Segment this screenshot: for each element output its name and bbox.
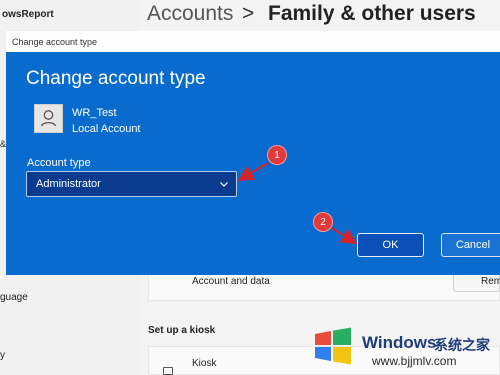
sidebar-item-partial-y[interactable]: y bbox=[0, 350, 5, 361]
account-data-label: Account and data bbox=[192, 276, 270, 287]
annotation-marker-1: 1 bbox=[268, 146, 286, 164]
cancel-button[interactable]: Cancel bbox=[441, 233, 500, 257]
breadcrumb-current: Family & other users bbox=[268, 2, 476, 25]
sidebar-app-name: owsReport bbox=[2, 9, 54, 20]
ok-button[interactable]: OK bbox=[357, 233, 424, 257]
kiosk-row-label: Kiosk bbox=[192, 358, 217, 369]
watermark-brand-cn: 系统之家 bbox=[434, 337, 490, 353]
remove-button-label: Rem bbox=[481, 276, 500, 287]
kiosk-section-title: Set up a kiosk bbox=[148, 325, 216, 336]
chevron-down-icon[interactable] bbox=[219, 179, 229, 189]
windows-logo-icon bbox=[315, 327, 351, 365]
account-type-value: Administrator bbox=[36, 178, 101, 190]
breadcrumb-separator: > bbox=[242, 2, 255, 25]
watermark-url: www.bjjmlv.com bbox=[372, 354, 457, 368]
dialog-title: Change account type bbox=[12, 37, 98, 47]
dialog-heading: Change account type bbox=[26, 68, 206, 89]
kiosk-icon bbox=[163, 367, 173, 375]
user-account-kind: Local Account bbox=[72, 123, 141, 135]
annotation-marker-2: 2 bbox=[314, 213, 332, 231]
user-name: WR_Test bbox=[72, 107, 117, 119]
breadcrumb-accounts[interactable]: Accounts bbox=[147, 2, 233, 26]
sidebar-item-language[interactable]: guage bbox=[0, 292, 28, 303]
watermark-brand: Windows bbox=[362, 333, 437, 352]
user-avatar-icon bbox=[34, 104, 63, 133]
account-type-label: Account type bbox=[27, 157, 91, 169]
